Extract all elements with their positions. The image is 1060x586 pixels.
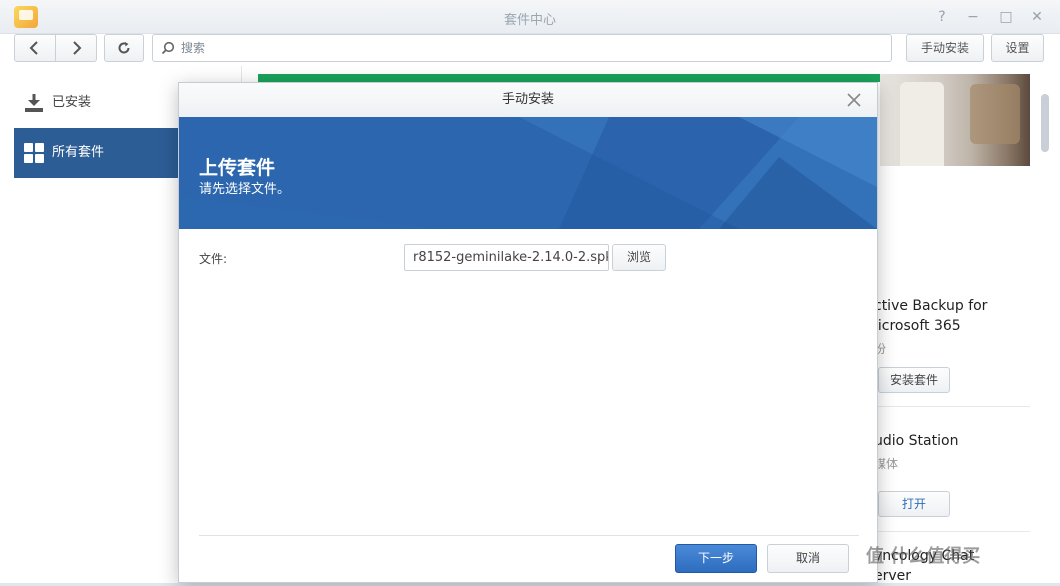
dialog-header-banner: 上传套件 请先选择文件。 bbox=[179, 117, 877, 229]
window-title: 套件中心 bbox=[503, 13, 556, 28]
manual-install-button[interactable]: 手动安装 bbox=[906, 34, 984, 62]
dialog-header-subtitle: 请先选择文件。 bbox=[199, 182, 291, 197]
maximize-button[interactable]: □ bbox=[995, 7, 1017, 27]
search-box[interactable] bbox=[152, 34, 892, 62]
cancel-button[interactable]: 取消 bbox=[767, 544, 849, 573]
help-button[interactable]: ? bbox=[931, 7, 953, 27]
download-icon bbox=[25, 94, 43, 112]
chevron-right-icon bbox=[73, 41, 82, 55]
title-bar: 套件中心 ? − □ ✕ bbox=[0, 0, 1060, 34]
settings-button[interactable]: 设置 bbox=[991, 34, 1044, 62]
featured-banner-image bbox=[880, 74, 1030, 166]
scrollbar[interactable] bbox=[1041, 94, 1049, 152]
open-package-button[interactable]: 打开 bbox=[878, 491, 950, 517]
close-icon[interactable] bbox=[845, 91, 863, 109]
watermark: 值 什么值得买 bbox=[866, 546, 981, 567]
package-center-window: 套件中心 ? − □ ✕ 手动安装 设置 已安装 所有套件 bbox=[0, 0, 1060, 584]
package-card-active-backup[interactable]: ctive Backup for licrosoft 365 份 安装套件 bbox=[860, 282, 1030, 407]
divider bbox=[199, 535, 859, 536]
chevron-left-icon bbox=[29, 41, 38, 55]
package-name: ctive Backup for bbox=[874, 298, 988, 314]
sidebar-item-label: 已安装 bbox=[52, 95, 92, 110]
sidebar-item-label: 所有套件 bbox=[52, 145, 105, 160]
close-window-button[interactable]: ✕ bbox=[1026, 7, 1048, 27]
manual-install-dialog: 手动安装 上传套件 请先选择文件。 文件: r8152-geminilake-2… bbox=[178, 82, 878, 583]
search-input[interactable] bbox=[181, 39, 881, 57]
refresh-icon bbox=[118, 42, 130, 54]
package-name: licrosoft 365 bbox=[874, 318, 961, 334]
search-icon bbox=[161, 41, 175, 55]
back-button[interactable] bbox=[14, 34, 56, 62]
featured-banner[interactable] bbox=[258, 74, 898, 82]
minimize-button[interactable]: − bbox=[962, 7, 984, 27]
next-button[interactable]: 下一步 bbox=[675, 544, 757, 573]
banner-pattern bbox=[179, 117, 877, 229]
file-label: 文件: bbox=[199, 252, 228, 266]
file-path-field[interactable]: r8152-geminilake-2.14.0-2.spk bbox=[404, 244, 609, 271]
package-card-audio-station[interactable]: udio Station 媒体 打开 bbox=[860, 407, 1030, 532]
browse-button[interactable]: 浏览 bbox=[612, 244, 666, 271]
forward-button[interactable] bbox=[55, 34, 97, 62]
toolbar: 手动安装 设置 bbox=[0, 34, 1060, 66]
refresh-button[interactable] bbox=[104, 34, 144, 62]
package-name: erver bbox=[874, 568, 912, 584]
dialog-title: 手动安装 bbox=[179, 83, 877, 117]
grid-icon bbox=[24, 143, 44, 163]
install-package-button[interactable]: 安装套件 bbox=[878, 367, 950, 393]
package-name: udio Station bbox=[874, 433, 959, 449]
dialog-header-title: 上传套件 bbox=[199, 157, 276, 179]
